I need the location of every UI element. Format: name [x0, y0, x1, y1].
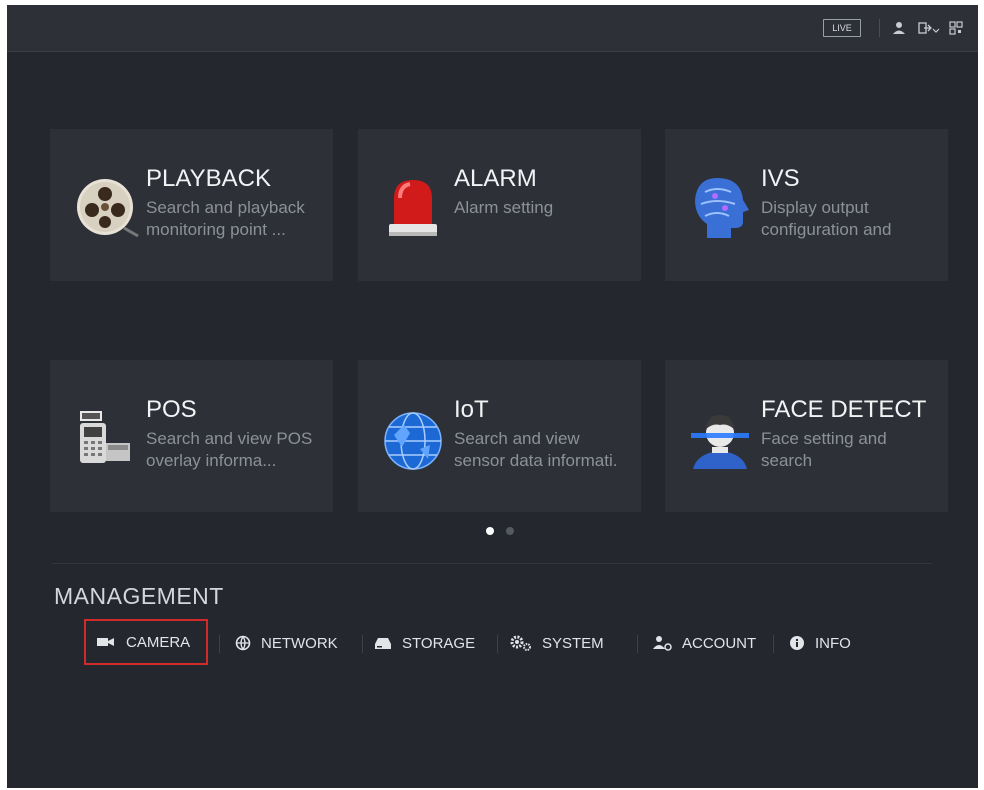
- tile-iot[interactable]: IoT Search and view sensor data informat…: [358, 360, 641, 512]
- mgmt-separator: [362, 635, 363, 653]
- tile-title: PLAYBACK: [146, 165, 271, 192]
- mgmt-label: INFO: [815, 634, 851, 652]
- mgmt-label: NETWORK: [261, 634, 338, 652]
- mgmt-label: ACCOUNT: [682, 634, 757, 652]
- mgmt-info-button[interactable]: INFO: [789, 623, 851, 663]
- mgmt-separator: [637, 635, 638, 653]
- network-icon: [235, 635, 251, 651]
- logout-icon[interactable]: [917, 20, 933, 36]
- tile-title: POS: [146, 396, 197, 423]
- tile-pos[interactable]: POS Search and view POS overlay informa.…: [50, 360, 333, 512]
- qr-code-icon[interactable]: [948, 20, 964, 36]
- mgmt-account-button[interactable]: ACCOUNT: [652, 623, 756, 663]
- alarm-light-icon: [389, 180, 437, 236]
- film-reel-icon: [77, 179, 139, 238]
- tile-description: Display output configuration and: [761, 198, 892, 239]
- tile-ivs[interactable]: IVS Display output configuration and: [665, 129, 948, 281]
- tile-title: ALARM: [454, 165, 537, 192]
- top-bar: LIVE: [7, 5, 978, 52]
- tile-alarm[interactable]: ALARM Alarm setting: [358, 129, 641, 281]
- mgmt-separator: [497, 635, 498, 653]
- chevron-down-icon[interactable]: [932, 20, 940, 36]
- main-screen: LIVE PLAYBACK Search and playback monito…: [7, 5, 978, 788]
- mgmt-label: CAMERA: [126, 633, 191, 651]
- tile-description: Search and playback monitoring point ...: [146, 198, 305, 239]
- mgmt-separator: [219, 635, 220, 653]
- live-button[interactable]: LIVE: [823, 19, 861, 37]
- tile-description: Face setting and search: [761, 429, 887, 470]
- mgmt-separator: [773, 635, 774, 653]
- mgmt-network-button[interactable]: NETWORK: [235, 623, 338, 663]
- tile-description: Alarm setting: [454, 198, 554, 217]
- tile-playback[interactable]: PLAYBACK Search and playback monitoring …: [50, 129, 333, 281]
- mgmt-system-button[interactable]: SYSTEM: [510, 623, 604, 663]
- tile-title: FACE DETECT: [761, 396, 927, 423]
- mgmt-camera-button[interactable]: CAMERA: [84, 619, 208, 665]
- face-scan-icon: [691, 415, 749, 469]
- globe-icon: [384, 412, 442, 470]
- account-icon: [653, 636, 672, 651]
- gears-icon: [510, 635, 531, 651]
- mgmt-storage-button[interactable]: STORAGE: [374, 623, 475, 663]
- info-icon: [790, 636, 804, 650]
- tile-title: IVS: [761, 165, 800, 192]
- mgmt-label: STORAGE: [402, 634, 476, 652]
- storage-icon: [375, 638, 391, 649]
- divider: [52, 563, 932, 564]
- management-title: MANAGEMENT: [54, 583, 224, 609]
- page-dot-1[interactable]: [486, 527, 494, 535]
- pos-terminal-icon: [80, 411, 130, 463]
- mgmt-label: SYSTEM: [542, 634, 604, 652]
- tile-face-detect[interactable]: FACE DETECT Face setting and search: [665, 360, 948, 512]
- tile-title: IoT: [454, 396, 489, 423]
- tile-description: Search and view POS overlay informa...: [146, 429, 313, 470]
- topbar-separator: [879, 19, 880, 37]
- page-dot-2[interactable]: [506, 527, 514, 535]
- brain-head-icon: [695, 178, 749, 238]
- camera-icon: [97, 638, 114, 646]
- tile-description: Search and view sensor data informati.: [454, 429, 618, 470]
- user-icon[interactable]: [891, 20, 907, 36]
